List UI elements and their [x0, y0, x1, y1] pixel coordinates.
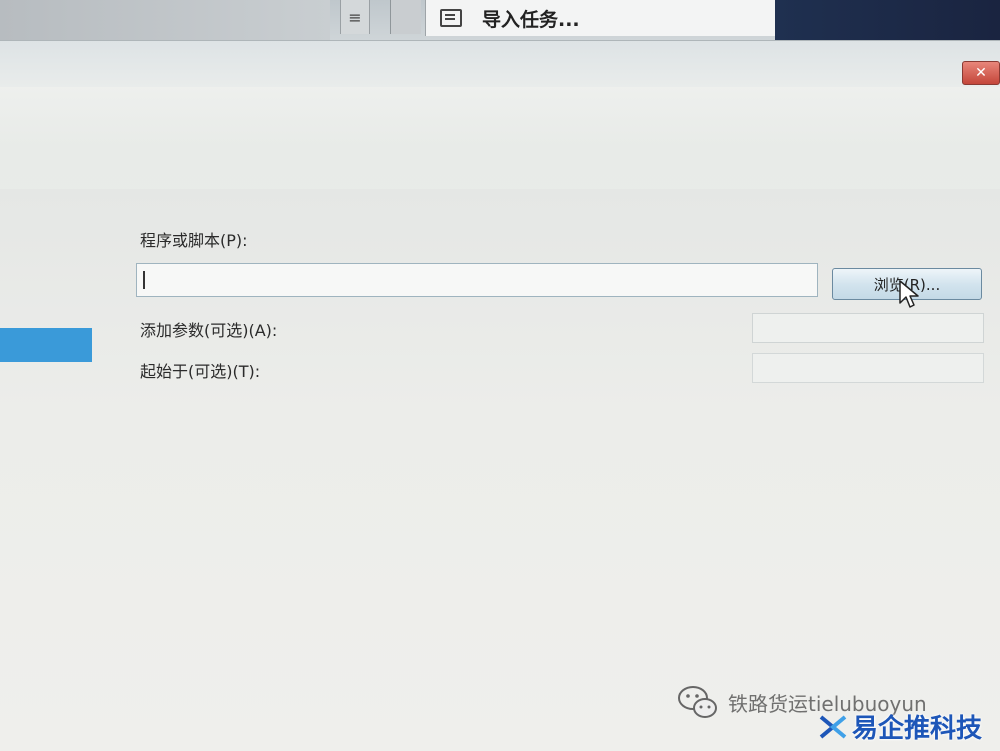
background-panel: [0, 0, 330, 40]
wechat-icon: [678, 686, 717, 718]
close-button[interactable]: ✕: [962, 61, 1000, 85]
background-scrollbar: ≡: [340, 0, 370, 34]
background-context-menu: 导入任务...: [425, 0, 775, 36]
dialog-titlebar: [0, 41, 1000, 87]
action-dialog: ✕ 程序或脚本(P): 浏览(R)... 添加参数(可选)(A): 起始于(可选…: [0, 40, 1000, 751]
import-task-menu-item[interactable]: 导入任务...: [482, 5, 580, 32]
watermark-brand-text: 易企推科技: [852, 714, 983, 744]
import-task-icon: [440, 9, 462, 27]
program-input[interactable]: [136, 263, 818, 297]
brand-logo-icon: [819, 715, 847, 739]
start-in-input[interactable]: [752, 353, 984, 383]
background-scrollbar-track: [390, 0, 421, 34]
start-in-label: 起始于(可选)(T):: [140, 362, 261, 381]
program-label: 程序或脚本(P):: [140, 231, 248, 250]
text-caret: [143, 271, 145, 289]
desktop-background: [775, 0, 1000, 40]
mouse-cursor-icon: [899, 280, 919, 308]
arguments-label: 添加参数(可选)(A):: [140, 321, 278, 340]
selected-nav-item[interactable]: [0, 328, 92, 362]
arguments-input[interactable]: [752, 313, 984, 343]
